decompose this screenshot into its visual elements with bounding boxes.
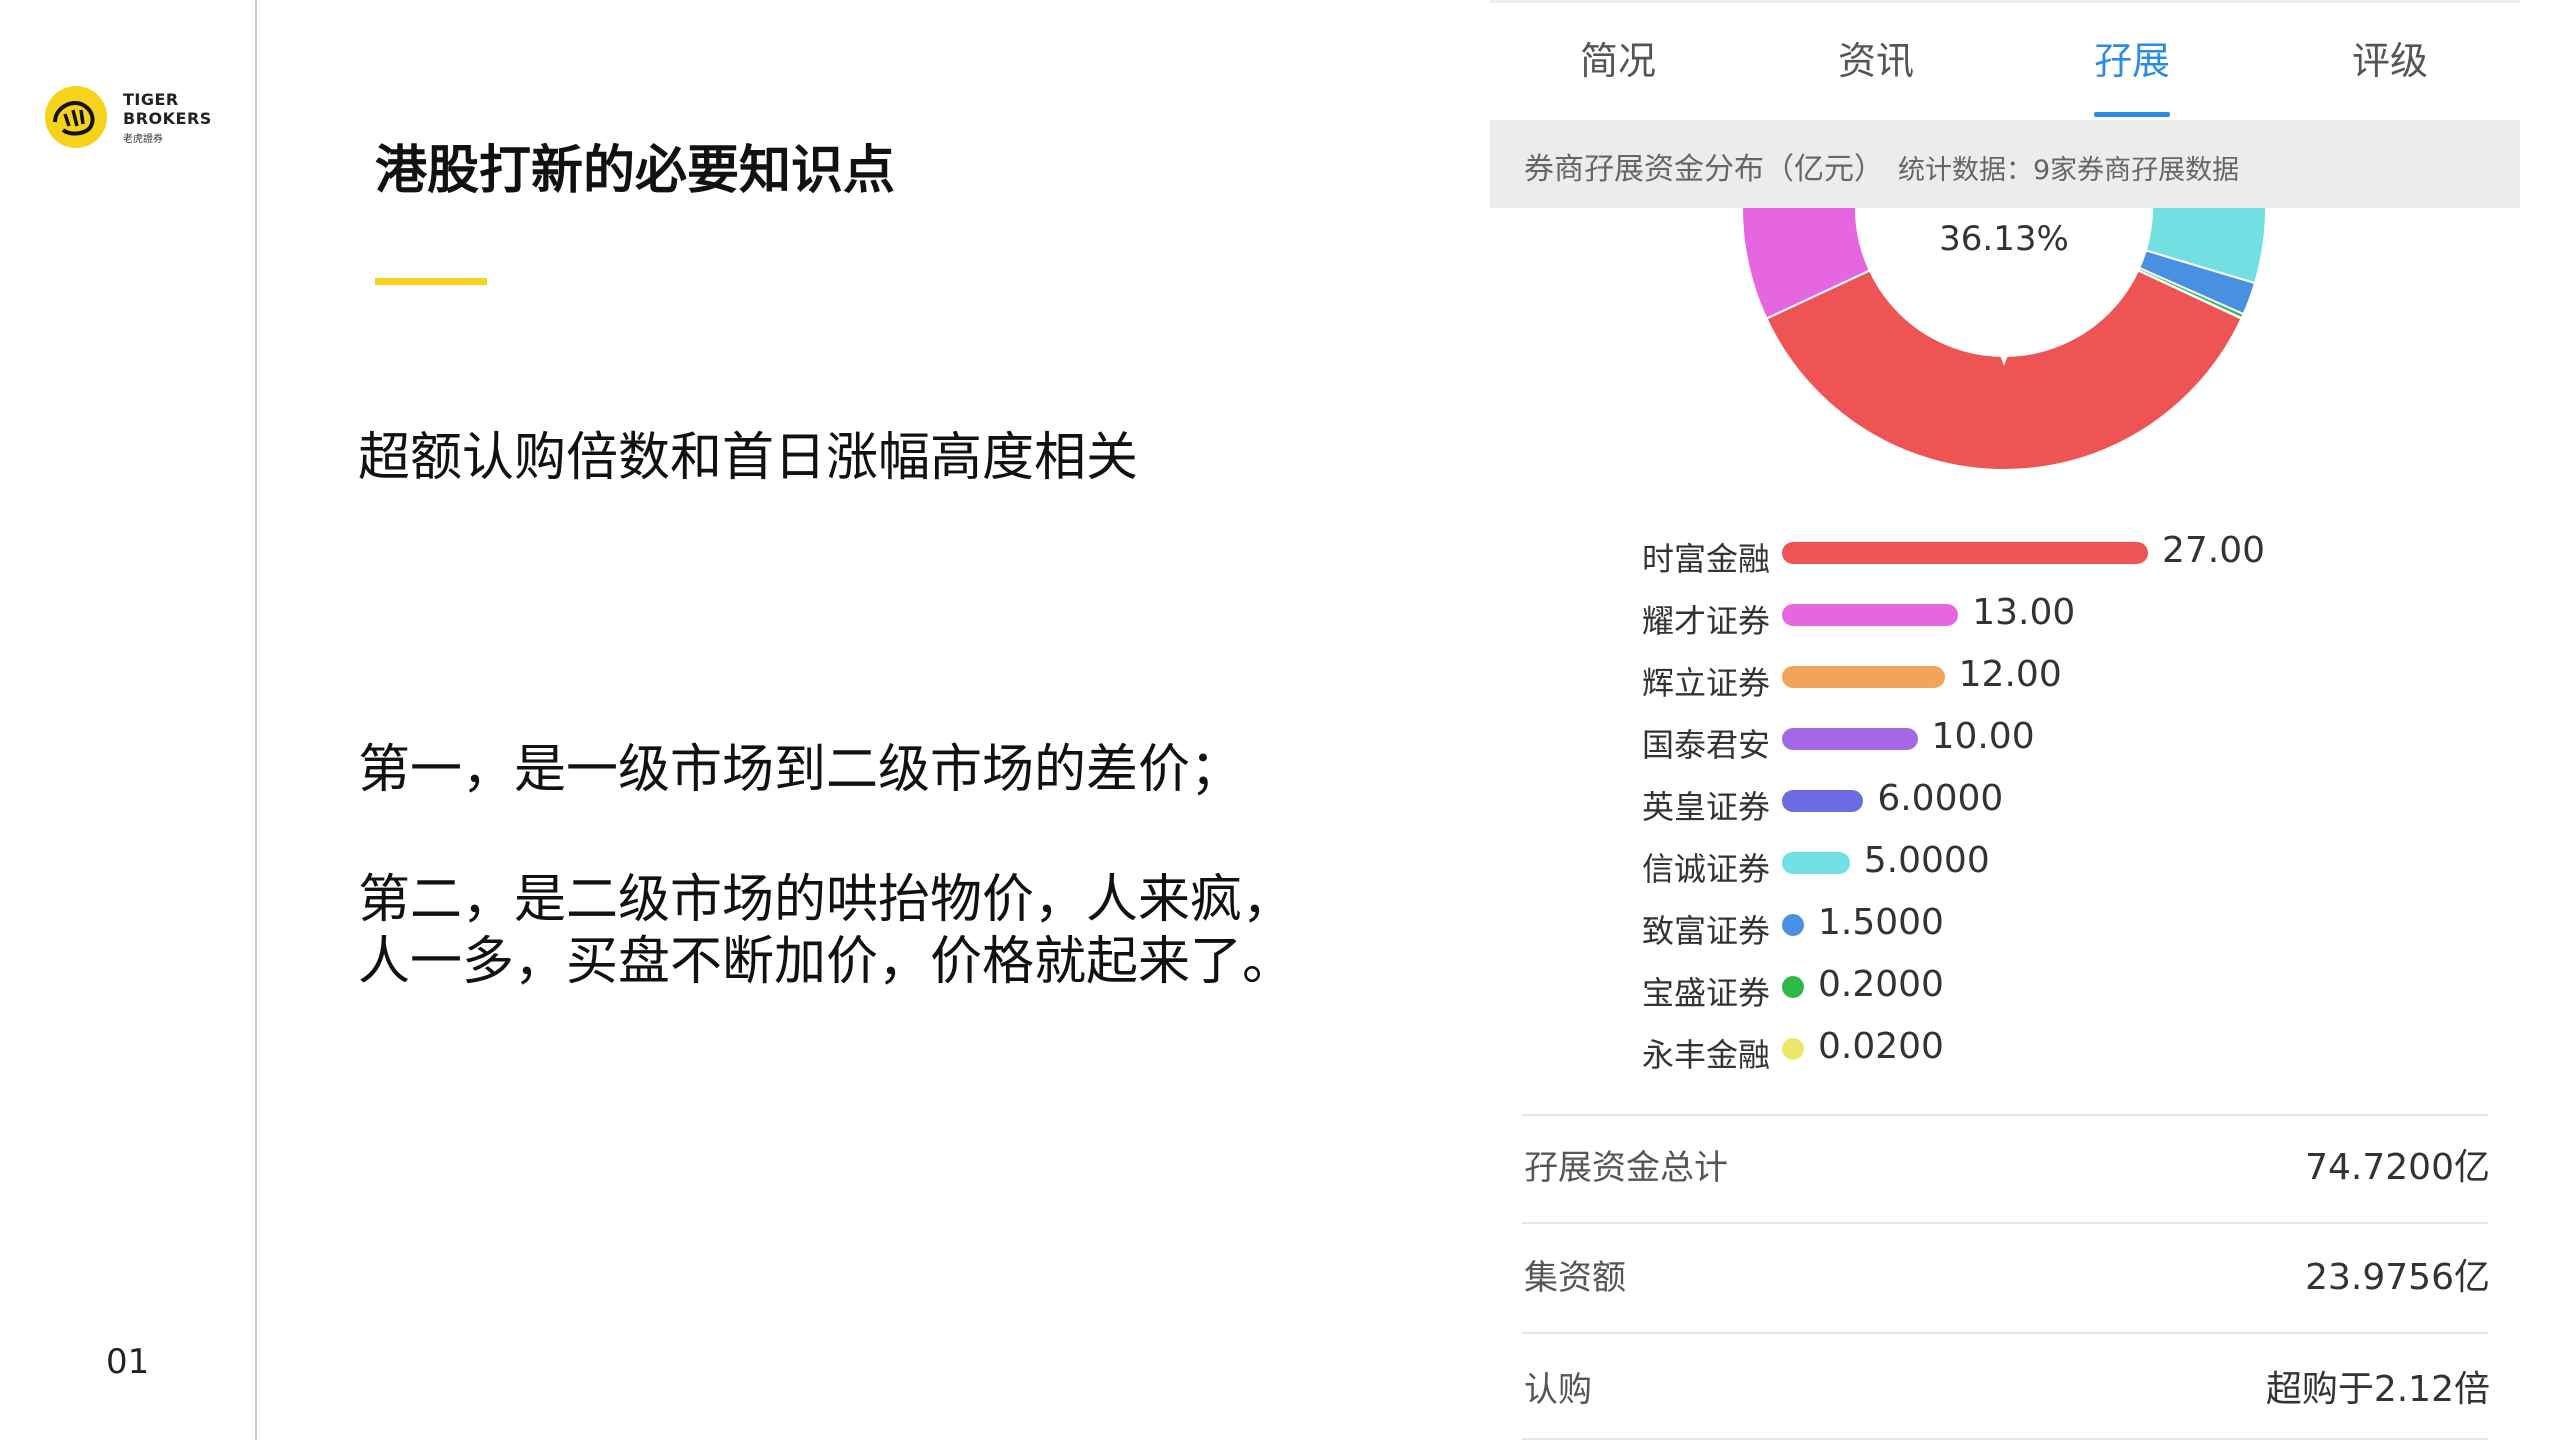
broker-bar [1782,728,1918,750]
slide-subtitle: 超额认购倍数和首日涨幅高度相关 [358,428,1139,488]
broker-row: 英皇证券 6.0000 [1490,776,2520,826]
broker-bar [1782,1038,1804,1060]
broker-name: 宝盛证券 [1642,974,1771,1012]
stat-raise-label: 集资额 [1524,1258,1626,1298]
stat-subscription-value: 超购于2.12倍 [2265,1369,2490,1410]
stat-total-value: 74.7200亿 [2305,1147,2490,1188]
point-two-line1: 第二，是二级市场的哄抬物价，人来疯， [358,870,1295,930]
stat-total-label: 孖展资金总计 [1524,1148,1728,1188]
broker-bar [1782,790,1864,812]
tiger-logo-icon [45,86,107,148]
broker-name: 时富金融 [1642,540,1771,578]
donut-chart: 36.13% [1741,208,2267,471]
broker-name: 永丰金融 [1642,1036,1771,1074]
stats-divider [1522,1222,2488,1224]
broker-bar [1782,976,1804,998]
slide-title: 港股打新的必要知识点 [375,141,896,201]
sidebar-divider [255,0,257,1440]
broker-value: 12.00 [1958,654,2062,695]
broker-name: 耀才证券 [1642,602,1771,640]
tab-news[interactable]: 资讯 [1838,30,1914,85]
broker-bar [1782,604,1959,626]
broker-name: 致富证券 [1642,912,1771,950]
chart-header: 券商孖展资金分布（亿元） 统计数据：9家券商孖展数据 [1490,120,2520,208]
stat-raise-value: 23.9756亿 [2305,1257,2490,1298]
broker-row: 辉立证券 12.00 [1490,652,2520,702]
chart-title: 券商孖展资金分布（亿元） [1524,152,1884,187]
broker-row: 时富金融 27.00 [1490,528,2520,578]
broker-row: 耀才证券 13.00 [1490,590,2520,640]
broker-value: 0.2000 [1818,964,1944,1005]
stats-divider [1522,1114,2488,1116]
broker-bar [1782,542,2148,564]
point-two-line2: 人一多，买盘不断加价，价格就起来了。 [358,932,1295,992]
active-tab-indicator [2094,112,2170,117]
broker-value: 0.0200 [1818,1026,1944,1067]
ipo-margin-panel: 简况 资讯 孖展 评级 券商孖展资金分布（亿元） 统计数据：9家券商孖展数据 36… [1490,0,2520,1440]
logo-text-chinese: 老虎證券 [123,134,163,145]
broker-row: 致富证券 1.5000 [1490,900,2520,950]
broker-bar [1782,914,1804,936]
broker-row: 永丰金融 0.0200 [1490,1024,2520,1074]
broker-row: 国泰君安 10.00 [1490,714,2520,764]
chart-note: 统计数据：9家券商孖展数据 [1898,155,2240,186]
title-accent-bar [375,278,487,285]
broker-name: 辉立证券 [1642,664,1771,702]
broker-name: 国泰君安 [1642,726,1771,764]
broker-value: 10.00 [1931,716,2035,757]
donut-percentage-label: 36.13% [1939,219,2069,259]
logo-text-brokers: BROKERS [123,109,212,128]
tab-margin[interactable]: 孖展 [2094,30,2170,85]
broker-row: 宝盛证券 0.2000 [1490,962,2520,1012]
broker-value: 1.5000 [1818,902,1944,943]
broker-value: 5.0000 [1863,840,1990,881]
point-one: 第一，是一级市场到二级市场的差价； [358,740,1243,800]
donut-slice [1765,269,2243,471]
tiger-brokers-logo: TIGER BROKERS 老虎證券 [45,82,245,162]
broker-value: 6.0000 [1877,778,2004,819]
broker-bar [1782,666,1945,688]
broker-name: 信诚证券 [1642,850,1771,888]
broker-value: 13.00 [1972,592,2076,633]
broker-bar [1782,852,1850,874]
tab-overview[interactable]: 简况 [1580,30,1656,85]
tab-rating[interactable]: 评级 [2352,30,2428,85]
tab-bar: 简况 资讯 孖展 评级 [1490,0,2520,120]
broker-value: 27.00 [2162,530,2266,571]
stat-subscription-label: 认购 [1524,1370,1592,1410]
tab-bar-top-border [1490,0,2520,3]
broker-row: 信诚证券 5.0000 [1490,838,2520,888]
page-number: 01 [106,1342,150,1382]
stats-divider [1522,1332,2488,1334]
logo-text-tiger: TIGER [123,90,179,109]
broker-name: 英皇证券 [1642,788,1771,826]
